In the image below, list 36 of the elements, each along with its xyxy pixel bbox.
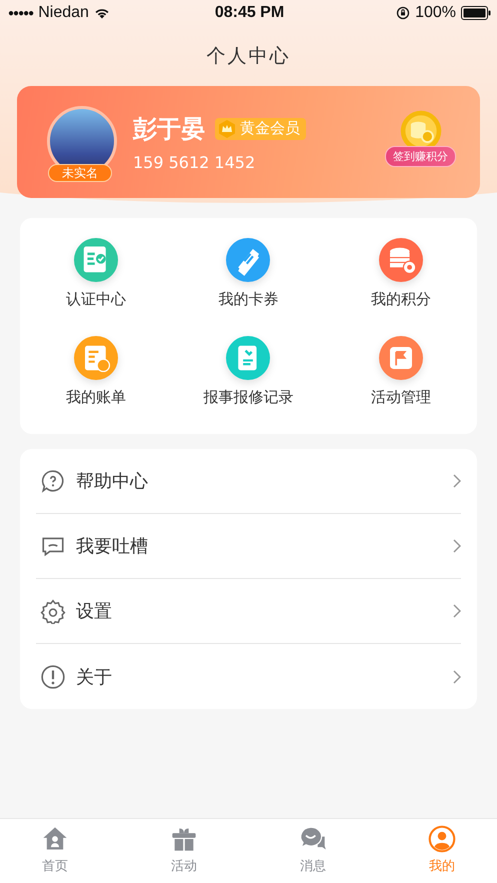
service-item[interactable]: 报事报修记录 bbox=[172, 336, 325, 426]
phone-number: 159 5612 1452 bbox=[133, 152, 256, 172]
help-icon bbox=[40, 468, 66, 494]
chevron-icon bbox=[453, 670, 461, 684]
rotation-lock-icon bbox=[396, 6, 410, 20]
carrier-name: Niedan bbox=[38, 4, 89, 22]
user-name: 彭于晏 bbox=[133, 114, 205, 144]
user-circle-icon bbox=[428, 825, 456, 853]
clock-time: 08:45 PM bbox=[214, 4, 284, 22]
member-level: 黄金会员 bbox=[240, 119, 300, 138]
service-item[interactable]: 我的账单 bbox=[20, 336, 172, 426]
verification-tag: 未实名 bbox=[48, 164, 112, 182]
menu-item[interactable]: 关于 bbox=[36, 644, 461, 709]
battery-percent: 100% bbox=[415, 4, 456, 22]
chevron-icon bbox=[453, 474, 461, 488]
menu-item[interactable]: 帮助中心 bbox=[36, 449, 461, 514]
menu-item[interactable]: 设置 bbox=[36, 579, 461, 644]
settings-icon bbox=[40, 598, 66, 624]
service-item[interactable]: 我的积分 bbox=[324, 238, 477, 328]
chevron-icon bbox=[453, 539, 461, 553]
battery-icon bbox=[461, 6, 491, 20]
info-icon bbox=[40, 664, 66, 690]
ticket-icon bbox=[226, 238, 270, 282]
chevron-icon bbox=[453, 604, 461, 618]
page-title: 个人中心 bbox=[206, 44, 292, 69]
crown-icon bbox=[217, 118, 237, 138]
menu-item[interactable]: 我要吐槽 bbox=[36, 514, 461, 579]
service-item[interactable]: 认证中心 bbox=[20, 238, 172, 328]
coin-stack-icon bbox=[378, 238, 423, 282]
certificate-icon bbox=[74, 238, 118, 282]
service-item[interactable]: 我的卡券 bbox=[172, 238, 325, 328]
bill-icon bbox=[74, 336, 118, 380]
flag-icon bbox=[378, 336, 423, 380]
signal-dots: ●●●●● bbox=[8, 8, 34, 18]
service-item[interactable]: 活动管理 bbox=[324, 336, 477, 426]
wifi-icon bbox=[94, 7, 110, 19]
